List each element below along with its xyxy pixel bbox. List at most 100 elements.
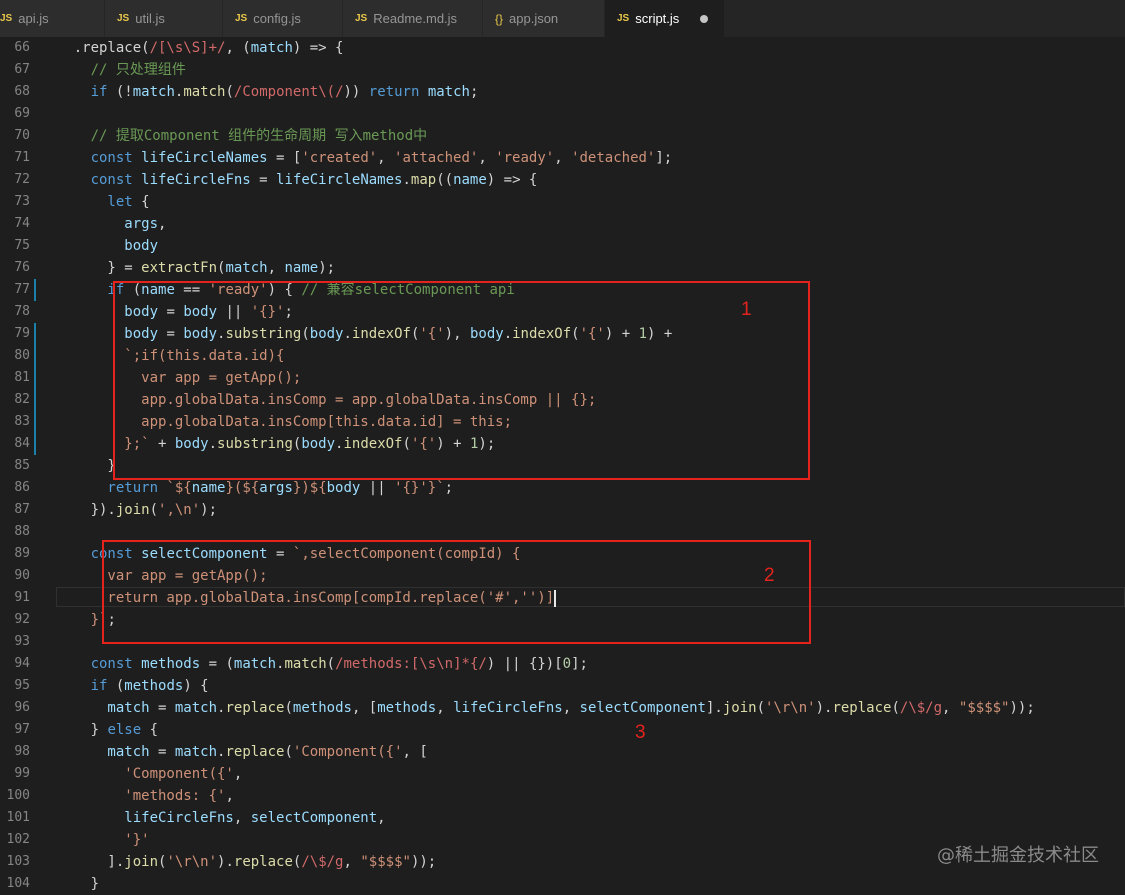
tab-config-js[interactable]: JS config.js bbox=[223, 0, 343, 37]
tab-label: util.js bbox=[135, 11, 165, 26]
line-number: 95 bbox=[14, 678, 30, 693]
line-code: ].join('\r\n').replace(/\$/g, "$$$$")); bbox=[40, 854, 437, 870]
tab-app-json[interactable]: {} app.json bbox=[483, 0, 605, 37]
js-file-icon: JS bbox=[0, 13, 13, 24]
line-code: } bbox=[40, 458, 116, 474]
code-line[interactable]: 69 bbox=[0, 103, 1125, 125]
js-file-icon: JS bbox=[617, 13, 630, 24]
line-number: 97 bbox=[14, 722, 30, 737]
gutter-change-marker bbox=[34, 389, 36, 411]
line-code: const methods = (match.match(/methods:[\… bbox=[40, 656, 588, 672]
code-line[interactable]: 70 // 提取Component 组件的生命周期 写入method中 bbox=[0, 125, 1125, 147]
tab-readme-md-js[interactable]: JS Readme.md.js bbox=[343, 0, 483, 37]
tab-api-js[interactable]: JS api.js bbox=[0, 0, 105, 37]
line-number: 69 bbox=[14, 106, 30, 121]
line-code: 'methods: {', bbox=[40, 788, 234, 804]
line-code: match = match.replace(methods, [methods,… bbox=[40, 700, 1035, 716]
tab-label: config.js bbox=[253, 11, 301, 26]
line-code: } = extractFn(match, name); bbox=[40, 260, 336, 276]
code-line[interactable]: 97 } else { bbox=[0, 719, 1125, 741]
json-file-icon: {} bbox=[495, 11, 504, 26]
line-code: const lifeCircleNames = ['created', 'att… bbox=[40, 150, 673, 166]
code-line[interactable]: 86 return `${name}(${args})${body || '{}… bbox=[0, 477, 1125, 499]
code-line[interactable]: 71 const lifeCircleNames = ['created', '… bbox=[0, 147, 1125, 169]
line-number: 96 bbox=[14, 700, 30, 715]
line-code: if (methods) { bbox=[40, 678, 209, 694]
line-code: const lifeCircleFns = lifeCircleNames.ma… bbox=[40, 172, 538, 188]
code-line[interactable]: 96 match = match.replace(methods, [metho… bbox=[0, 697, 1125, 719]
code-line[interactable]: 98 match = match.replace('Component({', … bbox=[0, 741, 1125, 763]
line-number: 80 bbox=[14, 348, 30, 363]
line-number: 83 bbox=[14, 414, 30, 429]
code-line[interactable]: 101 lifeCircleFns, selectComponent, bbox=[0, 807, 1125, 829]
line-code: // 提取Component 组件的生命周期 写入method中 bbox=[40, 128, 428, 144]
gutter-change-marker bbox=[34, 279, 36, 301]
line-code: lifeCircleFns, selectComponent, bbox=[40, 810, 386, 826]
code-line[interactable]: 99 'Component({', bbox=[0, 763, 1125, 785]
js-file-icon: JS bbox=[235, 13, 248, 24]
annotation-number-3: 3 bbox=[635, 722, 646, 743]
line-code: }).join(',\n'); bbox=[40, 502, 218, 518]
watermark: @稀土掘金技术社区 bbox=[937, 845, 1099, 866]
tab-label: script.js bbox=[635, 11, 680, 26]
gutter-change-marker bbox=[34, 433, 36, 455]
code-line[interactable]: 95 if (methods) { bbox=[0, 675, 1125, 697]
line-number: 73 bbox=[14, 194, 30, 209]
line-code: if (!match.match(/Component\(/)) return … bbox=[40, 84, 479, 100]
line-number: 66 bbox=[14, 40, 30, 55]
tab-script-js[interactable]: JS script.js bbox=[605, 0, 725, 37]
code-line[interactable]: 66 .replace(/[\s\S]+/, (match) => { bbox=[0, 37, 1125, 59]
line-number: 102 bbox=[6, 832, 30, 847]
line-number: 100 bbox=[6, 788, 30, 803]
gutter-change-marker bbox=[34, 345, 36, 367]
code-line[interactable]: 100 'methods: {', bbox=[0, 785, 1125, 807]
line-number: 84 bbox=[14, 436, 30, 451]
line-number: 101 bbox=[6, 810, 30, 825]
code-line[interactable]: 73 let { bbox=[0, 191, 1125, 213]
code-line[interactable]: 68 if (!match.match(/Component\(/)) retu… bbox=[0, 81, 1125, 103]
gutter-change-marker bbox=[34, 323, 36, 345]
tab-label: api.js bbox=[18, 11, 49, 26]
line-number: 76 bbox=[14, 260, 30, 275]
line-number: 98 bbox=[14, 744, 30, 759]
line-number: 99 bbox=[14, 766, 30, 781]
code-line[interactable]: 94 const methods = (match.match(/methods… bbox=[0, 653, 1125, 675]
line-number: 92 bbox=[14, 612, 30, 627]
annotation-box-2 bbox=[102, 540, 811, 644]
code-line[interactable]: 75 body bbox=[0, 235, 1125, 257]
line-number: 71 bbox=[14, 150, 30, 165]
code-line[interactable]: 87 }).join(',\n'); bbox=[0, 499, 1125, 521]
gutter-change-marker bbox=[34, 411, 36, 433]
line-number: 79 bbox=[14, 326, 30, 341]
line-number: 77 bbox=[14, 282, 30, 297]
line-number: 78 bbox=[14, 304, 30, 319]
code-line[interactable]: 104 } bbox=[0, 873, 1125, 895]
gutter-change-marker bbox=[34, 367, 36, 389]
tab-label: Readme.md.js bbox=[373, 11, 458, 26]
line-code: 'Component({', bbox=[40, 766, 243, 782]
line-number: 93 bbox=[14, 634, 30, 649]
line-number: 82 bbox=[14, 392, 30, 407]
line-number: 87 bbox=[14, 502, 30, 517]
annotation-box-1 bbox=[113, 281, 810, 480]
line-number: 74 bbox=[14, 216, 30, 231]
unsaved-dot-icon[interactable] bbox=[700, 15, 708, 23]
code-line[interactable]: 67 // 只处理组件 bbox=[0, 59, 1125, 81]
line-number: 81 bbox=[14, 370, 30, 385]
js-file-icon: JS bbox=[117, 13, 130, 24]
line-code: .replace(/[\s\S]+/, (match) => { bbox=[40, 40, 344, 56]
line-code: args, bbox=[40, 216, 167, 232]
code-line[interactable]: 76 } = extractFn(match, name); bbox=[0, 257, 1125, 279]
code-line[interactable]: 74 args, bbox=[0, 213, 1125, 235]
line-code: let { bbox=[40, 194, 150, 210]
code-line[interactable]: 72 const lifeCircleFns = lifeCircleNames… bbox=[0, 169, 1125, 191]
line-code: } else { bbox=[40, 722, 159, 738]
annotation-number-2: 2 bbox=[764, 565, 775, 586]
tab-util-js[interactable]: JS util.js bbox=[105, 0, 223, 37]
line-code: // 只处理组件 bbox=[40, 62, 186, 78]
js-file-icon: JS bbox=[355, 13, 368, 24]
line-number: 70 bbox=[14, 128, 30, 143]
line-number: 89 bbox=[14, 546, 30, 561]
line-number: 88 bbox=[14, 524, 30, 539]
line-number: 91 bbox=[14, 590, 30, 605]
